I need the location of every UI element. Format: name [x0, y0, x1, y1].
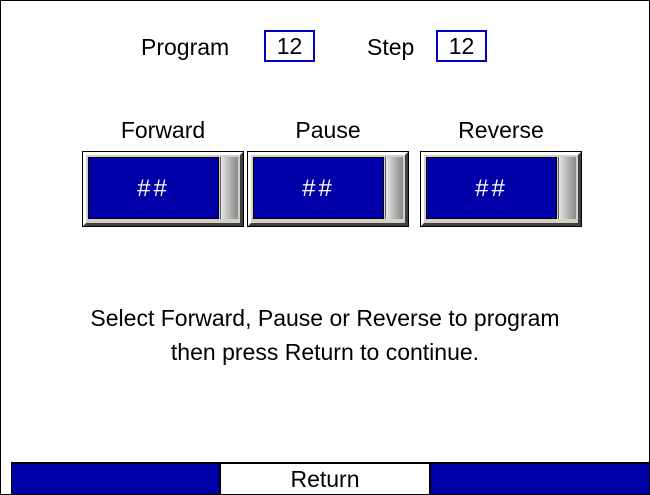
hmi-screen: Program 12 Step 12 Forward ## Pause ## R… [0, 0, 650, 495]
reverse-label: Reverse [458, 117, 544, 143]
step-label: Step [367, 34, 415, 60]
pause-label: Pause [295, 117, 361, 143]
reverse-button[interactable]: ## [420, 151, 582, 227]
reverse-grip [558, 157, 576, 219]
pause-value: ## [253, 157, 384, 219]
softkey-bar: Return [1, 462, 649, 494]
forward-grip [220, 157, 238, 219]
softkey-bar-gap [1, 462, 11, 494]
pause-button[interactable]: ## [247, 151, 409, 227]
program-number-field[interactable]: 12 [264, 30, 315, 62]
instruction-text: Select Forward, Pause or Reverse to prog… [1, 301, 649, 369]
forward-value: ## [88, 157, 219, 219]
step-number-field[interactable]: 12 [436, 30, 487, 62]
pause-grip [385, 157, 403, 219]
softkey-left[interactable] [11, 462, 219, 494]
program-label: Program [141, 34, 230, 60]
softkey-right[interactable] [431, 462, 649, 494]
return-button[interactable]: Return [219, 462, 431, 494]
program-step-row: Program 12 Step 12 [1, 29, 649, 69]
reverse-value: ## [426, 157, 557, 219]
instruction-line-2: then press Return to continue. [170, 339, 480, 365]
instruction-line-1: Select Forward, Pause or Reverse to prog… [90, 305, 560, 331]
forward-label: Forward [120, 117, 206, 143]
forward-button[interactable]: ## [82, 151, 244, 227]
